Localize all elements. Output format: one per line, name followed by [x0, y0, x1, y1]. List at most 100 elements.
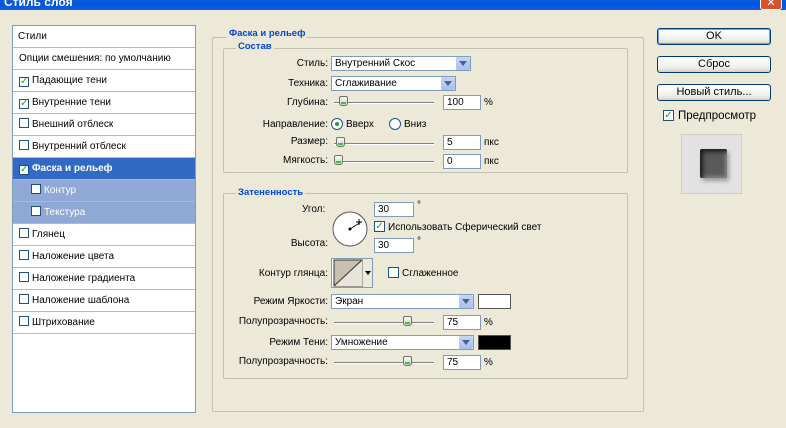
- soften-input[interactable]: 0: [443, 154, 481, 169]
- checkbox[interactable]: [19, 250, 29, 260]
- checkbox[interactable]: [31, 206, 41, 216]
- anti-aliased-checkbox[interactable]: [388, 267, 399, 278]
- highlight-mode-select[interactable]: Экран: [331, 294, 474, 309]
- checkbox[interactable]: [19, 272, 29, 282]
- checkbox[interactable]: [19, 316, 29, 326]
- bevel-emboss-title: Фаска и рельеф: [227, 28, 308, 39]
- checkbox[interactable]: [19, 294, 29, 304]
- highlight-opacity-unit: %: [484, 317, 493, 328]
- structure-title: Состав: [236, 41, 274, 52]
- styles-list-header[interactable]: Стили: [13, 26, 195, 48]
- direction-up-label[interactable]: Вверх: [346, 119, 374, 131]
- shadow-color-swatch[interactable]: [478, 335, 511, 350]
- angle-input[interactable]: 30: [374, 202, 414, 217]
- shadow-mode-select[interactable]: Умножение: [331, 335, 474, 350]
- ok-button[interactable]: OK: [657, 28, 771, 45]
- preview-checkbox[interactable]: ✓: [663, 110, 674, 121]
- highlight-opacity-track[interactable]: [334, 322, 434, 324]
- style-item-label: Фаска и рельеф: [32, 163, 113, 174]
- highlight-opacity-label: Полупрозрачность:: [238, 316, 328, 327]
- style-item-8[interactable]: Глянец: [13, 224, 195, 246]
- style-item-label: Внутренние тени: [32, 97, 112, 108]
- style-item-label: Штрихование: [32, 317, 95, 328]
- depth-slider-thumb[interactable]: [338, 96, 348, 106]
- styles-list: Стили Опции смешения: по умолчанию ✓ Падаю…: [12, 25, 196, 413]
- style-item-5[interactable]: ✓ Фаска и рельеф: [13, 158, 195, 180]
- direction-down-radio[interactable]: [389, 118, 401, 130]
- depth-unit: %: [484, 97, 493, 108]
- global-light-checkbox[interactable]: ✓: [374, 221, 385, 232]
- checkmark-icon[interactable]: ✓: [19, 77, 29, 87]
- technique-select[interactable]: Сглаживание: [331, 76, 456, 91]
- direction-up-radio[interactable]: [331, 118, 343, 130]
- close-icon[interactable]: ✕: [760, 0, 782, 10]
- altitude-input[interactable]: 30: [374, 238, 414, 253]
- gloss-contour-label: Контур глянца:: [258, 268, 328, 279]
- global-light-label[interactable]: Использовать Сферический свет: [388, 222, 541, 234]
- style-item-2[interactable]: ✓ Внутренние тени: [13, 92, 195, 114]
- size-unit: пкс: [484, 137, 499, 148]
- style-item-label: Глянец: [32, 229, 65, 240]
- new-style-button[interactable]: Новый стиль...: [657, 84, 771, 101]
- gloss-contour-picker[interactable]: [331, 258, 373, 288]
- style-item-6[interactable]: Контур: [13, 180, 195, 202]
- highlight-opacity-thumb[interactable]: [403, 316, 412, 326]
- style-item-9[interactable]: Наложение цвета: [13, 246, 195, 268]
- size-label: Размер:: [290, 136, 328, 147]
- contour-dropdown-arrow[interactable]: [362, 259, 372, 287]
- style-item-4[interactable]: Внутренний отблеск: [13, 136, 195, 158]
- checkbox[interactable]: [19, 228, 29, 238]
- angle-unit: °: [417, 200, 421, 211]
- highlight-color-swatch[interactable]: [478, 294, 511, 309]
- depth-label: Глубина:: [287, 97, 328, 108]
- direction-down-label[interactable]: Вниз: [404, 119, 426, 131]
- depth-input[interactable]: 100: [443, 95, 481, 110]
- chevron-down-icon: [455, 57, 470, 70]
- contour-curve-icon: [333, 259, 363, 287]
- anti-aliased-label[interactable]: Сглаженное: [402, 268, 458, 280]
- shadow-opacity-thumb[interactable]: [403, 356, 412, 366]
- style-item-0[interactable]: Опции смешения: по умолчанию: [13, 48, 195, 70]
- soften-slider-thumb[interactable]: [334, 155, 343, 165]
- checkmark-icon[interactable]: ✓: [19, 165, 29, 175]
- checkbox[interactable]: [31, 184, 41, 194]
- altitude-unit: °: [417, 236, 421, 247]
- highlight-opacity-input[interactable]: 75: [443, 315, 481, 330]
- angle-dial-icon[interactable]: [331, 210, 369, 248]
- soften-slider-track[interactable]: [334, 161, 434, 163]
- depth-slider-track[interactable]: [334, 102, 434, 104]
- style-item-label: Опции смешения: по умолчанию: [19, 53, 171, 64]
- style-item-12[interactable]: Штрихование: [13, 312, 195, 334]
- style-item-10[interactable]: Наложение градиента: [13, 268, 195, 290]
- chevron-down-icon: [458, 295, 473, 308]
- bevel-style-select[interactable]: Внутренний Скос: [331, 56, 471, 71]
- size-input[interactable]: 5: [443, 135, 481, 150]
- technique-value: Сглаживание: [335, 78, 397, 89]
- style-item-7[interactable]: Текстура: [13, 202, 195, 224]
- shadow-opacity-input[interactable]: 75: [443, 355, 481, 370]
- shadow-opacity-track[interactable]: [334, 362, 434, 364]
- highlight-mode-label: Режим Яркости:: [253, 296, 328, 307]
- size-slider-track[interactable]: [334, 143, 434, 145]
- style-item-label: Падающие тени: [32, 75, 107, 86]
- checkmark-icon[interactable]: ✓: [19, 99, 29, 109]
- style-item-label: Внешний отблеск: [32, 119, 114, 130]
- size-slider-thumb[interactable]: [335, 137, 345, 147]
- styles-header-label: Стили: [18, 31, 47, 42]
- style-item-3[interactable]: Внешний отблеск: [13, 114, 195, 136]
- window-title: Стиль слоя: [4, 0, 73, 9]
- bevel-style-value: Внутренний Скос: [335, 58, 416, 69]
- chevron-down-icon: [440, 77, 455, 90]
- checkbox[interactable]: [19, 118, 29, 128]
- chevron-down-icon: [458, 336, 473, 349]
- highlight-mode-value: Экран: [335, 296, 364, 307]
- style-item-label: Наложение шаблона: [32, 295, 130, 306]
- preview-label[interactable]: Предпросмотр: [678, 110, 756, 122]
- style-preview-thumbnail: [681, 134, 742, 194]
- shadow-mode-label: Режим Тени:: [269, 337, 328, 348]
- style-item-11[interactable]: Наложение шаблона: [13, 290, 195, 312]
- style-item-1[interactable]: ✓ Падающие тени: [13, 70, 195, 92]
- reset-button[interactable]: Сброс: [657, 56, 771, 73]
- style-item-label: Контур: [44, 185, 77, 196]
- checkbox[interactable]: [19, 140, 29, 150]
